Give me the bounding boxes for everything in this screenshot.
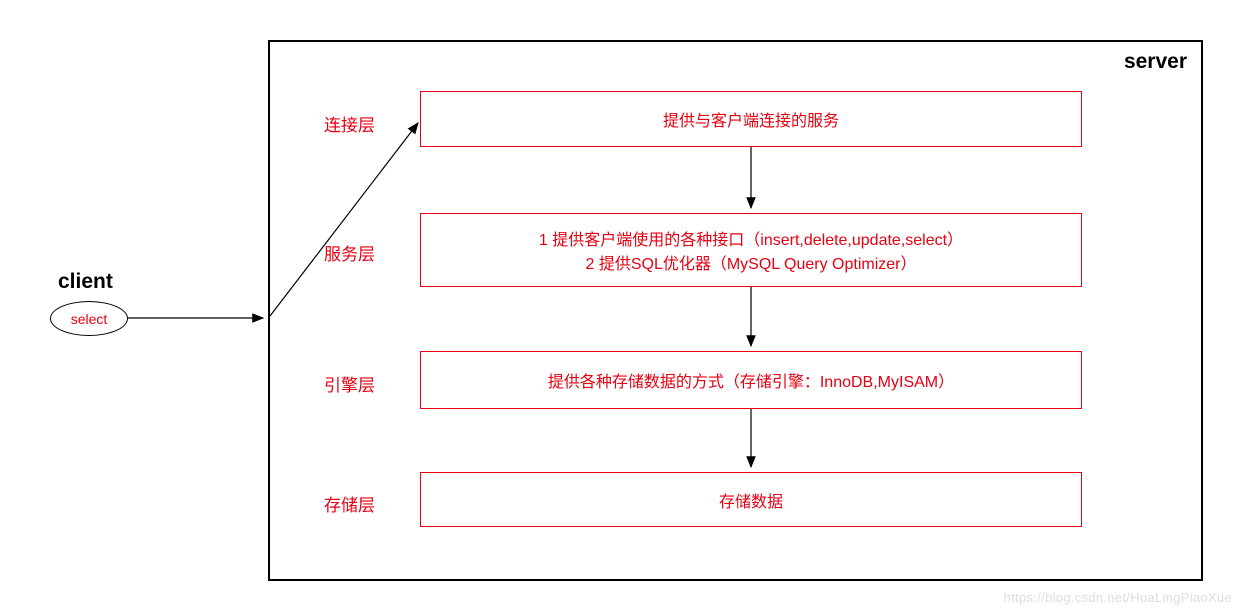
watermark-text: https://blog.csdn.net/HuaLingPiaoXue	[1004, 590, 1232, 605]
layer-label-connection: 连接层	[324, 111, 375, 136]
layer-text: 提供各种存储数据的方式（存储引擎：InnoDB,MyISAM）	[548, 368, 954, 392]
layer-text: 1 提供客户端使用的各种接口（insert,delete,update,sele…	[539, 226, 963, 250]
client-node-text: select	[71, 311, 108, 327]
layer-label-engine: 引擎层	[324, 371, 375, 396]
layer-text: 2 提供SQL优化器（MySQL Query Optimizer）	[585, 250, 916, 274]
layer-text: 提供与客户端连接的服务	[663, 107, 839, 131]
layer-label-storage: 存储层	[324, 491, 375, 516]
client-title: client	[58, 270, 113, 294]
layer-box-connection: 提供与客户端连接的服务	[420, 91, 1082, 147]
server-title: server	[1124, 50, 1187, 74]
layer-box-service: 1 提供客户端使用的各种接口（insert,delete,update,sele…	[420, 213, 1082, 287]
layer-box-engine: 提供各种存储数据的方式（存储引擎：InnoDB,MyISAM）	[420, 351, 1082, 409]
layer-box-storage: 存储数据	[420, 472, 1082, 527]
layer-label-service: 服务层	[324, 240, 375, 265]
client-node: select	[50, 301, 128, 336]
layer-text: 存储数据	[719, 488, 783, 512]
